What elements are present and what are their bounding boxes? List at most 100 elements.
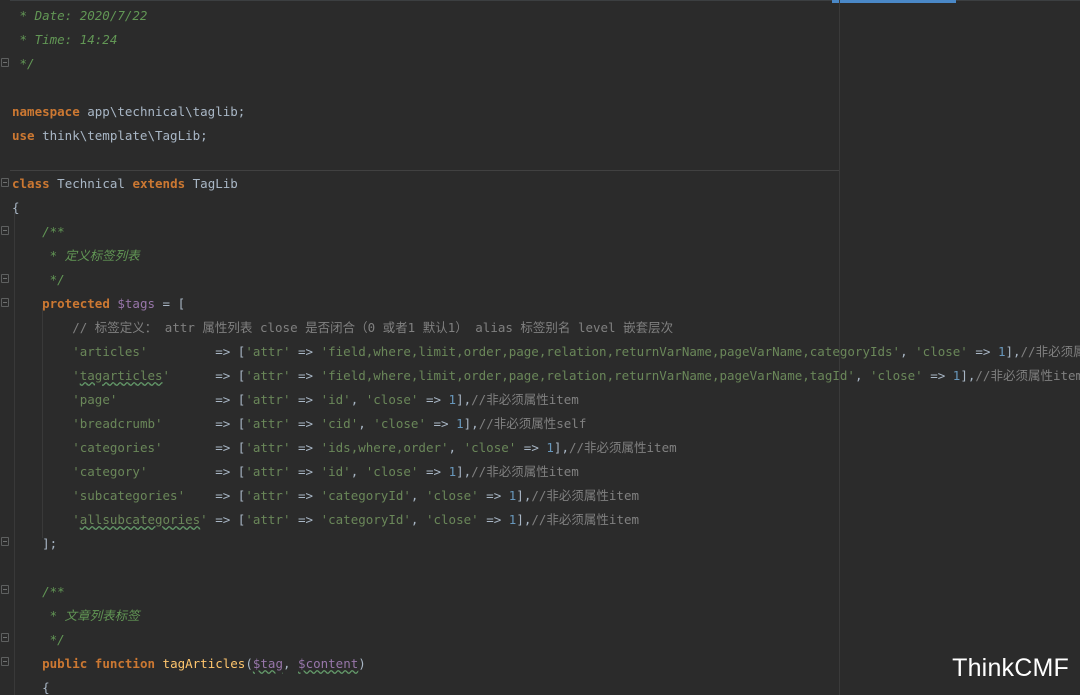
code-editor[interactable]: * Date: 2020/7/22 * Time: 14:24 */ namesp… <box>0 0 1080 695</box>
code-text: => <box>418 464 449 479</box>
code-line[interactable]: 'allsubcategories' => ['attr' => 'catego… <box>12 508 639 532</box>
string-token: 'attr' <box>245 416 291 431</box>
code-line[interactable]: 'category' => ['attr' => 'id', 'close' =… <box>12 460 579 484</box>
string-token: 'close' <box>365 392 419 407</box>
code-text: => <box>290 488 321 503</box>
fold-toggle-icon[interactable] <box>1 633 9 642</box>
code-line[interactable]: 'articles' => ['attr' => 'field,where,li… <box>12 340 1080 364</box>
method-separator <box>10 170 839 171</box>
code-text: ], <box>456 392 472 407</box>
code-line[interactable]: 'breadcrumb' => ['attr' => 'cid', 'close… <box>12 412 586 436</box>
string-token: 'close' <box>425 488 479 503</box>
comment-token: //非必须属性item <box>531 488 640 503</box>
fold-toggle-icon[interactable] <box>1 537 9 546</box>
string-token-typo: allsubcategories <box>79 512 201 527</box>
code-line[interactable]: /** <box>12 220 65 244</box>
string-token: 'id' <box>320 464 351 479</box>
doc-comment-token: /** <box>12 584 65 599</box>
code-line[interactable]: * 文章列表标签 <box>12 604 140 628</box>
string-token: 'attr' <box>245 392 291 407</box>
variable-token: $tags <box>117 296 156 311</box>
code-line[interactable]: */ <box>12 268 65 292</box>
number-token: 1 <box>448 464 457 479</box>
code-text: => [ <box>162 440 246 455</box>
code-text: ( <box>245 656 253 671</box>
code-text: { <box>12 680 50 695</box>
code-line[interactable]: use think\template\TagLib; <box>12 124 208 148</box>
string-token: 'categoryId' <box>320 512 411 527</box>
code-line[interactable]: { <box>12 196 20 220</box>
variable-token-typo: $tag <box>252 656 283 671</box>
code-text: => <box>290 440 321 455</box>
string-token: 'articles' <box>72 344 148 359</box>
code-line[interactable]: // 标签定义： attr 属性列表 close 是否闭合（0 或者1 默认1）… <box>12 316 673 340</box>
code-line[interactable]: class Technical extends TagLib <box>12 172 238 196</box>
string-token: 'close' <box>915 344 968 359</box>
fold-toggle-icon[interactable] <box>1 298 9 307</box>
number-token: 1 <box>546 440 554 455</box>
code-line[interactable]: */ <box>12 52 35 76</box>
code-text: ], <box>456 464 472 479</box>
doc-comment-token: /** <box>12 224 65 239</box>
code-text: , <box>410 512 426 527</box>
comment-token: //非必须属性self <box>478 416 587 431</box>
fold-toggle-icon[interactable] <box>1 585 9 594</box>
code-text: think\template\TagLib; <box>34 128 208 143</box>
code-line[interactable]: namespace app\technical\taglib; <box>12 100 245 124</box>
fold-toggle-icon[interactable] <box>1 178 9 187</box>
code-text: TagLib <box>185 176 238 191</box>
code-line[interactable]: 'subcategories' => ['attr' => 'categoryI… <box>12 484 639 508</box>
code-line[interactable]: * 定义标签列表 <box>12 244 140 268</box>
string-token: 'field,where,limit,order,page,relation,r… <box>320 368 855 383</box>
code-text: => <box>516 440 547 455</box>
code-text: ]; <box>12 536 58 551</box>
code-text: => <box>290 464 321 479</box>
keyword-token: class <box>12 176 50 191</box>
code-line[interactable]: /** <box>12 580 65 604</box>
code-line[interactable]: protected $tags = [ <box>12 292 185 316</box>
code-text: => <box>922 368 953 383</box>
string-token: 'cid' <box>320 416 359 431</box>
string-token-typo: tagarticles <box>79 368 163 383</box>
fold-toggle-icon[interactable] <box>1 226 9 235</box>
code-line[interactable]: */ <box>12 628 65 652</box>
string-token: 'id' <box>320 392 351 407</box>
comment-token: //非必须属性item <box>568 440 677 455</box>
string-token: 'subcategories' <box>72 488 186 503</box>
code-text: Technical <box>49 176 133 191</box>
string-token: 'category' <box>72 464 148 479</box>
number-token: 1 <box>456 416 464 431</box>
code-line[interactable]: 'page' => ['attr' => 'id', 'close' => 1]… <box>12 388 579 412</box>
code-line[interactable]: 'categories' => ['attr' => 'ids,where,or… <box>12 436 677 460</box>
fold-toggle-icon[interactable] <box>1 657 9 666</box>
code-line[interactable]: * Time: 14:24 <box>12 28 118 52</box>
code-text: , <box>282 656 299 671</box>
doc-comment-token: * Date: 2020/7/22 <box>12 8 148 23</box>
doc-comment-token: * 定义标签列表 <box>12 248 140 263</box>
code-text: => [ <box>185 488 246 503</box>
code-text: { <box>12 200 20 215</box>
keyword-token: public <box>42 656 88 671</box>
code-line[interactable]: { <box>12 676 50 695</box>
code-line[interactable]: 'tagarticles' => ['attr' => 'field,where… <box>12 364 1080 388</box>
code-text: => <box>478 488 509 503</box>
fold-toggle-icon[interactable] <box>1 58 9 67</box>
code-line[interactable]: public function tagArticles($tag, $conte… <box>12 652 366 676</box>
string-token: 'attr' <box>245 440 291 455</box>
string-token: 'categoryId' <box>320 488 411 503</box>
fold-toggle-icon[interactable] <box>1 274 9 283</box>
string-token: 'attr' <box>245 464 291 479</box>
string-token: 'breadcrumb' <box>72 416 163 431</box>
code-text: => [ <box>207 512 246 527</box>
code-line[interactable]: * Date: 2020/7/22 <box>12 4 148 28</box>
code-line[interactable]: ]; <box>12 532 57 556</box>
doc-comment-token: * 文章列表标签 <box>12 608 140 623</box>
